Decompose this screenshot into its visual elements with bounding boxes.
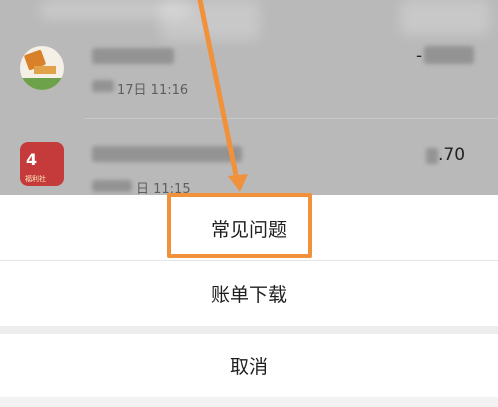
bill-list-background: 17日 11:16 - 4 福利社 日 11:15 .70 bbox=[0, 0, 498, 195]
redacted-date bbox=[92, 180, 132, 192]
avatar-text: 4 bbox=[26, 150, 38, 169]
redacted-date bbox=[92, 80, 114, 92]
list-divider bbox=[84, 118, 498, 119]
redacted-amount bbox=[426, 148, 438, 164]
faq-option[interactable]: 常见问题 bbox=[0, 196, 498, 261]
redacted-merchant-name bbox=[92, 48, 174, 64]
bill-download-option[interactable]: 账单下载 bbox=[0, 261, 498, 326]
cancel-button[interactable]: 取消 bbox=[0, 334, 498, 397]
transaction-amount: .70 bbox=[438, 145, 466, 165]
merchant-avatar[interactable]: 4 福利社 bbox=[20, 142, 64, 186]
transaction-time: 17日 11:16 bbox=[117, 83, 189, 98]
merchant-avatar[interactable] bbox=[20, 46, 64, 90]
transaction-time: 日 11:15 bbox=[136, 182, 191, 195]
sheet-gap bbox=[0, 326, 498, 334]
redacted-amount bbox=[424, 46, 474, 64]
transaction-amount: - bbox=[416, 46, 423, 66]
bottom-strip bbox=[0, 397, 498, 407]
redacted-merchant-name bbox=[92, 146, 242, 162]
avatar-tag: 福利社 bbox=[25, 175, 46, 183]
